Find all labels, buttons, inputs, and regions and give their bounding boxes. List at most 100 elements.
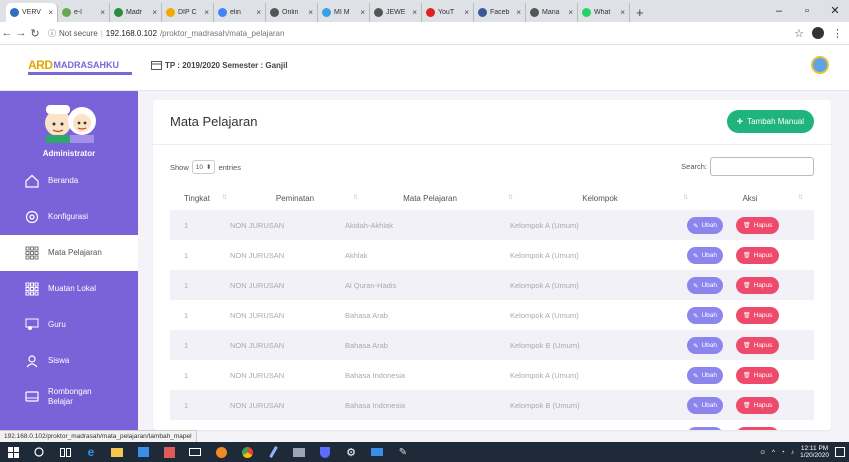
sort-arrows-icon[interactable]: ⇅ — [353, 194, 358, 201]
delete-button[interactable]: 🗑Hapus — [736, 277, 780, 294]
tab-close-icon[interactable]: × — [360, 8, 365, 17]
browser-tab[interactable]: elin × — [214, 3, 266, 22]
paint-icon[interactable]: ✎ — [390, 442, 416, 462]
edit-button[interactable]: ✎Ubah — [687, 217, 723, 234]
mail-icon[interactable] — [182, 442, 208, 462]
browser-tab[interactable]: MI M × — [318, 3, 370, 22]
column-header[interactable]: Kelompok — [525, 186, 675, 210]
browser-tab[interactable]: JEWE × — [370, 3, 422, 22]
profile-icon[interactable] — [812, 27, 824, 39]
sidebar-item[interactable]: Rombongan Belajar — [0, 379, 138, 415]
notifications-icon[interactable] — [835, 447, 845, 457]
search-icon[interactable] — [26, 442, 52, 462]
delete-button[interactable]: 🗑Hapus — [736, 367, 780, 384]
edit-button[interactable]: ✎Ubah — [687, 367, 723, 384]
browser-tab[interactable]: Onlin × — [266, 3, 318, 22]
browser-tab[interactable]: VERV × — [6, 3, 58, 22]
tab-close-icon[interactable]: × — [516, 8, 521, 17]
settings-icon[interactable]: ⚙ — [338, 442, 364, 462]
grid-icon — [24, 281, 40, 297]
tab-close-icon[interactable]: × — [308, 8, 313, 17]
browser-tab[interactable]: YouT × — [422, 3, 474, 22]
app-logo[interactable]: ARD MADRASAHKU — [28, 57, 132, 75]
edit-button[interactable]: ✎Ubah — [687, 277, 723, 294]
grid-icon — [24, 245, 40, 261]
sidebar-item[interactable]: Guru — [0, 307, 138, 343]
sidebar-item[interactable]: Siswa — [0, 343, 138, 379]
column-header[interactable]: Mata Pelajaran — [360, 186, 500, 210]
tab-close-icon[interactable]: × — [256, 8, 261, 17]
media-icon[interactable] — [364, 442, 390, 462]
search-input[interactable] — [710, 157, 814, 176]
tab-close-icon[interactable]: × — [464, 8, 469, 17]
bookmark-star-icon[interactable]: ☆ — [794, 27, 804, 40]
network-icon[interactable]: ◔ — [781, 449, 785, 456]
page-length-select[interactable]: 10 ⬍ — [191, 160, 216, 174]
maximize-icon[interactable]: ▫ — [793, 0, 821, 22]
sidebar-item[interactable]: Konfigurasi — [0, 199, 138, 235]
sort-arrows-icon[interactable]: ⇅ — [222, 194, 227, 201]
new-tab-button[interactable]: + — [630, 3, 650, 22]
sort-arrows-icon[interactable]: ⇅ — [508, 194, 513, 201]
system-clock[interactable]: 12:11 PM 1/20/2020 — [800, 445, 829, 460]
url-field[interactable]: ⓘ Not secure | 192.168.0.102/proktor_mad… — [48, 28, 284, 39]
tab-close-icon[interactable]: × — [100, 8, 105, 17]
reload-icon[interactable]: ↻ — [28, 27, 42, 40]
delete-button[interactable]: 🗑Hapus — [736, 337, 780, 354]
browser-tab[interactable]: Faceb × — [474, 3, 526, 22]
browser-tab[interactable]: e-l × — [58, 3, 110, 22]
tab-close-icon[interactable]: × — [620, 8, 625, 17]
firefox-icon[interactable] — [208, 442, 234, 462]
tab-close-icon[interactable]: × — [152, 8, 157, 17]
table-cell-mapel: Al Quran-Hadis — [345, 280, 397, 290]
browser-tab[interactable]: Madr × — [110, 3, 162, 22]
close-window-icon[interactable]: ✕ — [821, 0, 849, 22]
user-avatar[interactable] — [811, 56, 829, 74]
minimize-icon[interactable]: – — [765, 0, 793, 22]
info-icon[interactable]: ⓘ — [48, 28, 56, 39]
back-icon[interactable]: ← — [0, 27, 14, 39]
edit-button[interactable]: ✎Ubah — [687, 247, 723, 264]
store-icon[interactable] — [130, 442, 156, 462]
browser-menu-icon[interactable]: ⋮ — [832, 27, 843, 40]
tab-close-icon[interactable]: × — [204, 8, 209, 17]
delete-button[interactable]: 🗑Hapus — [736, 217, 780, 234]
edit-button[interactable]: ✎Ubah — [687, 307, 723, 324]
windows-start-icon[interactable] — [0, 442, 26, 462]
sort-arrows-icon[interactable]: ⇅ — [798, 194, 803, 201]
people-icon[interactable]: ☺ — [759, 449, 766, 456]
browser-tab[interactable]: What × — [578, 3, 630, 22]
table-row: 1 NON JURUSAN Akhlak Kelompok A (Umum) ✎ Ubah… — [170, 240, 814, 270]
column-header[interactable]: Peminatan — [245, 186, 345, 210]
sidebar-item[interactable]: Mata Pelajaran — [0, 235, 138, 271]
edit-button[interactable]: ✎Ubah — [687, 397, 723, 414]
pen-app-icon[interactable] — [260, 442, 286, 462]
task-view-icon[interactable] — [52, 442, 78, 462]
app-icon[interactable] — [156, 442, 182, 462]
sidebar-item[interactable]: Muatan Lokal — [0, 271, 138, 307]
volume-icon[interactable]: ♪ — [791, 449, 794, 456]
add-manual-button[interactable]: + Tambah Manual — [726, 110, 814, 133]
forward-icon[interactable]: → — [14, 27, 28, 39]
tab-close-icon[interactable]: × — [568, 8, 573, 17]
sidebar-item[interactable]: Beranda — [0, 163, 138, 199]
pencil-icon: ✎ — [693, 402, 699, 410]
browser-tab[interactable]: Mana × — [526, 3, 578, 22]
delete-button[interactable]: 🗑Hapus — [736, 397, 780, 414]
shield-icon[interactable] — [312, 442, 338, 462]
edge-icon[interactable]: e — [78, 442, 104, 462]
tab-close-icon[interactable]: × — [412, 8, 417, 17]
sort-arrows-icon[interactable]: ⇅ — [683, 194, 688, 201]
photos-icon[interactable] — [286, 442, 312, 462]
column-header[interactable]: Aksi — [710, 186, 790, 210]
file-explorer-icon[interactable] — [104, 442, 130, 462]
delete-button[interactable]: 🗑Hapus — [736, 247, 780, 264]
tab-close-icon[interactable]: × — [48, 8, 53, 17]
chrome-icon[interactable] — [234, 442, 260, 462]
edit-button[interactable]: ✎Ubah — [687, 337, 723, 354]
tray-chevron-up-icon[interactable]: ^ — [772, 449, 775, 456]
delete-button[interactable]: 🗑Hapus — [736, 427, 780, 430]
browser-tab[interactable]: DIP C × — [162, 3, 214, 22]
edit-button[interactable]: ✎Ubah — [687, 427, 723, 430]
delete-button[interactable]: 🗑Hapus — [736, 307, 780, 324]
